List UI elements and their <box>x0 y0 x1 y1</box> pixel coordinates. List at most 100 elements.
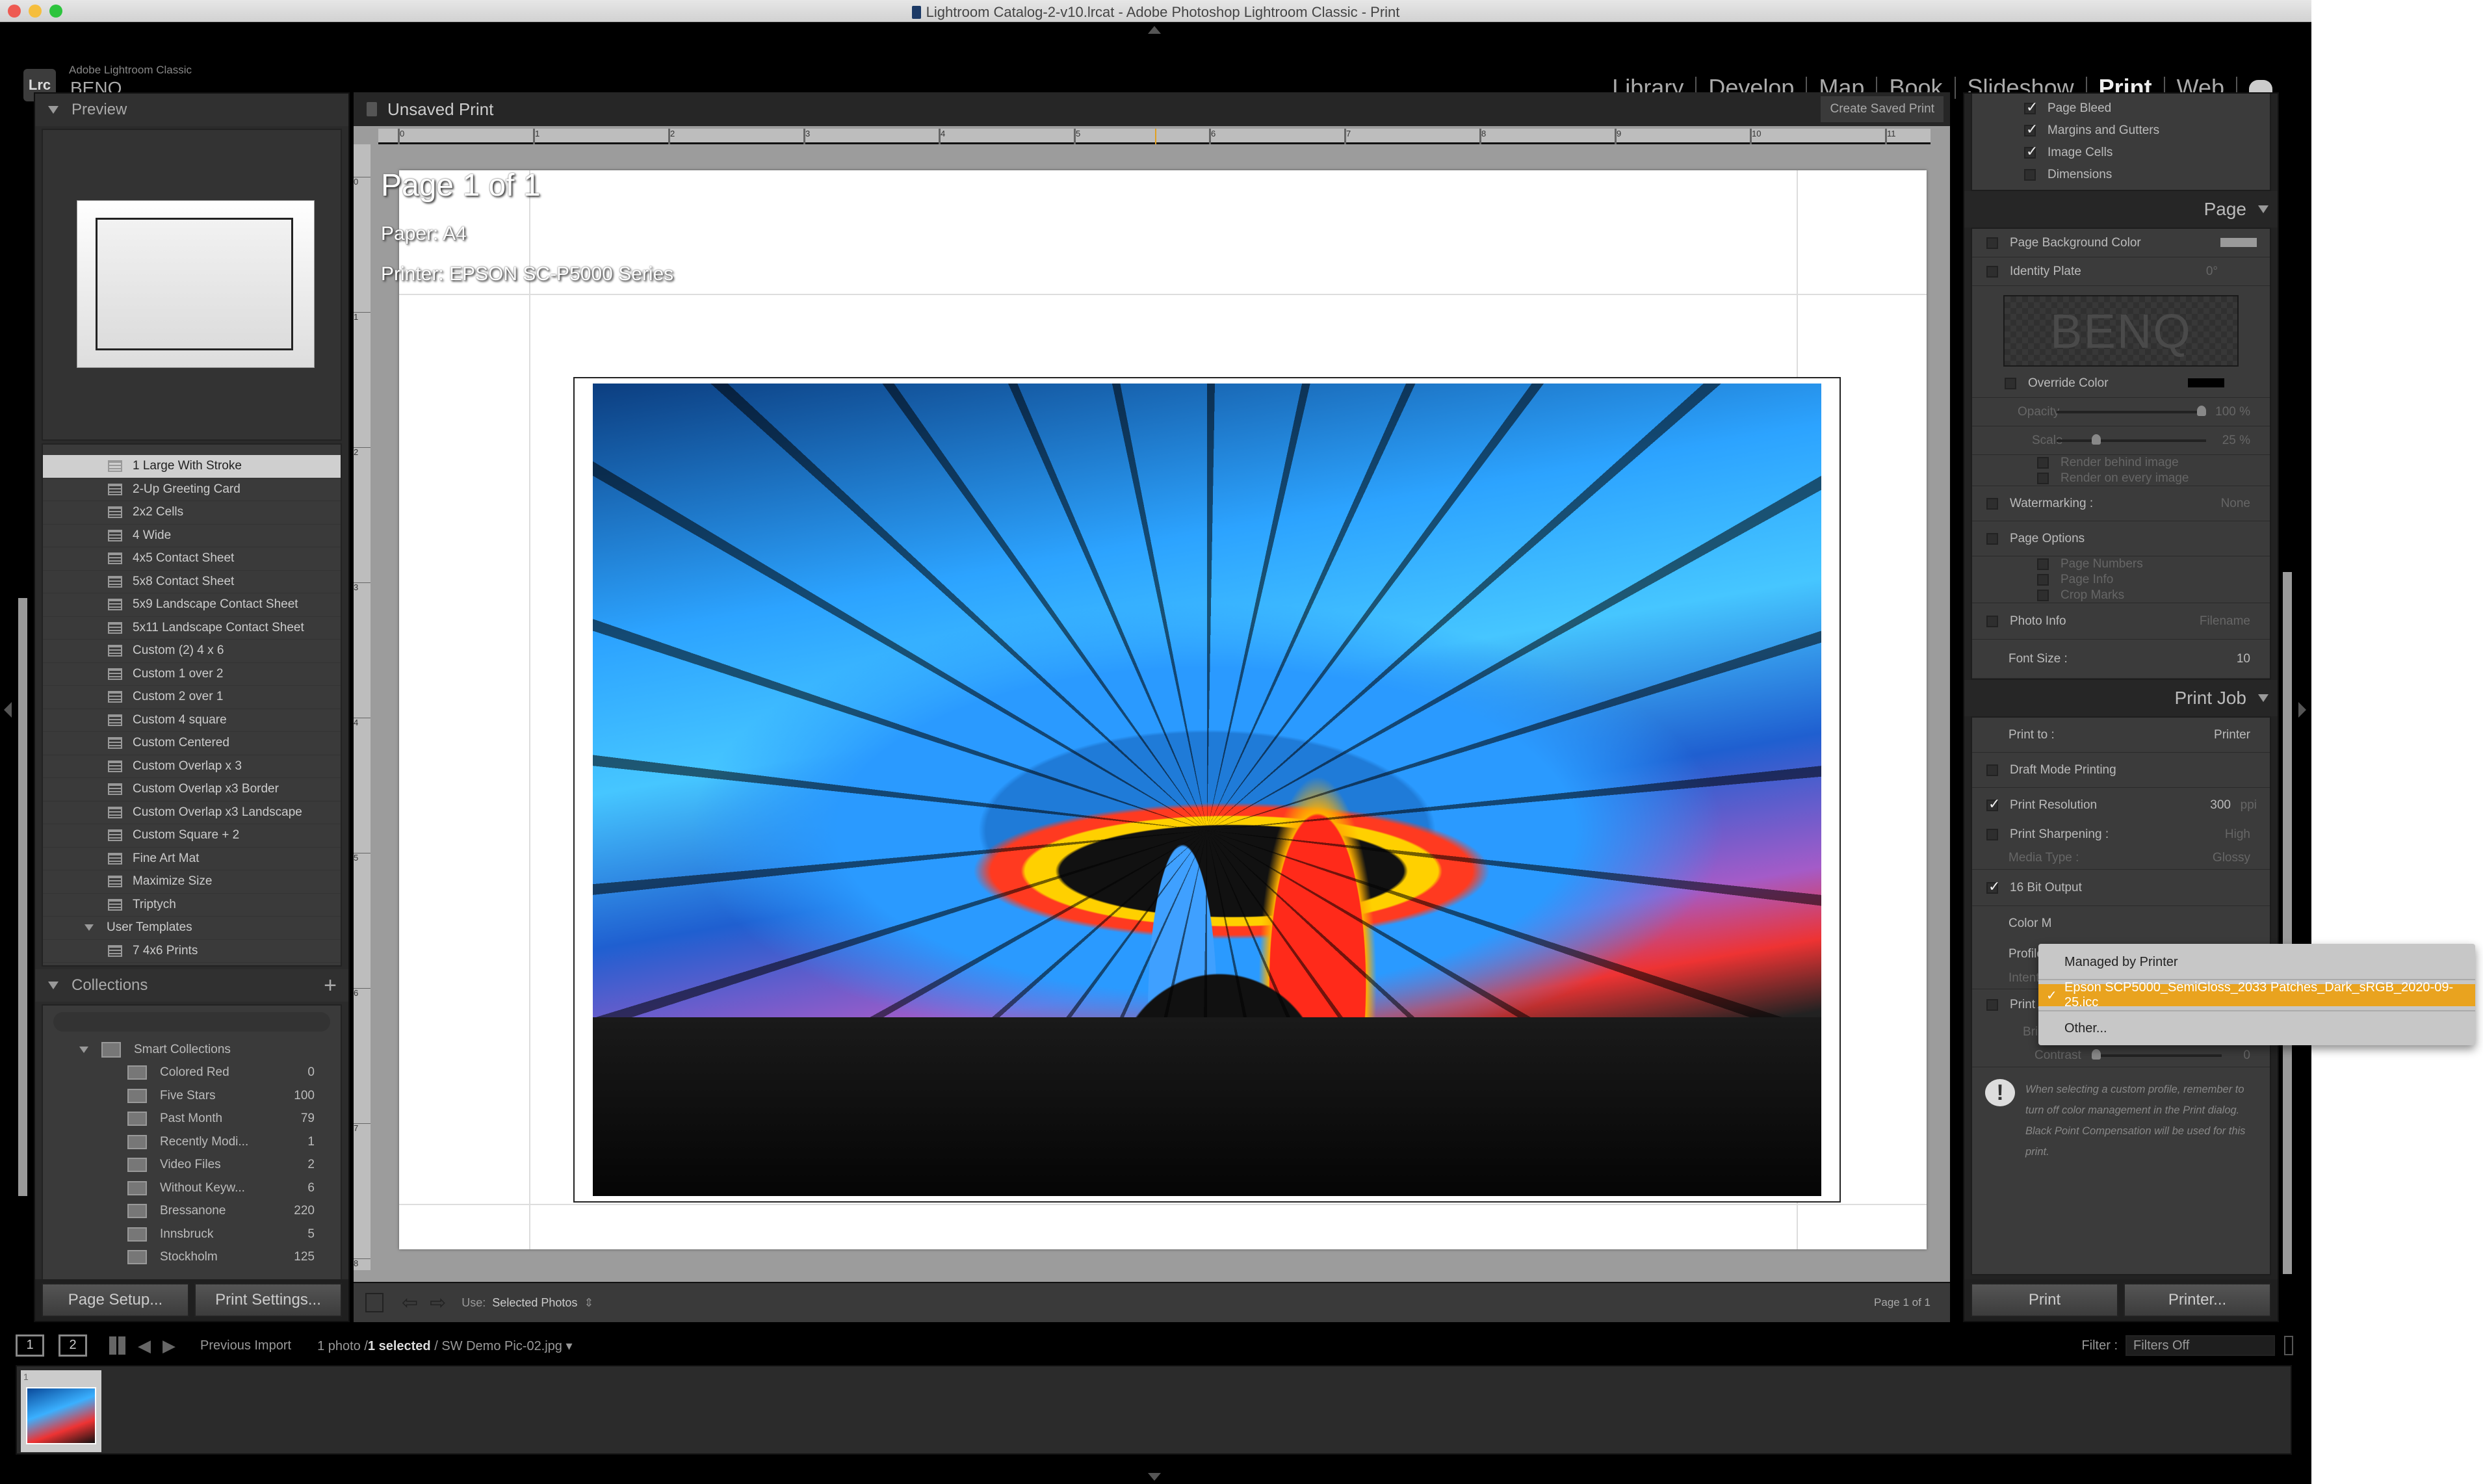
template-item[interactable]: 1 Large With Stroke <box>43 455 341 478</box>
checkbox[interactable] <box>1986 237 1998 249</box>
slider-knob[interactable] <box>2092 434 2101 445</box>
collection-item[interactable]: Video Files 2 <box>43 1154 341 1177</box>
next-page-icon[interactable]: ⇨ <box>430 1292 446 1314</box>
print-job-header[interactable]: Print Job <box>1964 680 2278 716</box>
checkbox[interactable] <box>2037 574 2049 586</box>
template-item[interactable]: Custom Square + 2 <box>43 824 341 848</box>
checkbox[interactable] <box>1986 265 1998 278</box>
rotation-value[interactable]: 0° <box>2206 265 2218 279</box>
left-panel-scrollbar[interactable] <box>18 598 27 1196</box>
color-swatch[interactable] <box>2188 378 2224 387</box>
checkbox[interactable] <box>2037 457 2049 469</box>
page-setup-button[interactable]: Page Setup... <box>42 1283 189 1317</box>
thumbnail-image[interactable] <box>26 1387 96 1444</box>
draft-mode-row[interactable]: Draft Mode Printing <box>1972 753 2270 788</box>
user-templates-folder[interactable]: User Templates <box>43 917 341 940</box>
template-item[interactable]: Triptych <box>43 894 341 917</box>
menu-item-epson-profile[interactable]: ✓ Epson SCP5000_SemiGloss_2033 Patches_Da… <box>2038 980 2475 1009</box>
collapse-right-arrow-icon[interactable] <box>2298 702 2306 718</box>
guide-option[interactable]: Dimensions <box>2024 164 2270 186</box>
printer-button[interactable]: Printer... <box>2124 1283 2271 1317</box>
scale-slider[interactable] <box>2057 434 2206 445</box>
template-item[interactable]: Custom (2) 4 x 6 <box>43 640 341 663</box>
page-options-row[interactable]: Page Options <box>1972 521 2270 556</box>
checkbox[interactable] <box>1986 829 1998 840</box>
collapse-top-arrow-icon[interactable] <box>1148 26 1161 34</box>
collection-item[interactable]: Innsbruck 5 <box>43 1223 341 1246</box>
template-item[interactable]: 5x8 Contact Sheet <box>43 571 341 593</box>
template-item[interactable]: Custom 2 over 1 <box>43 686 341 709</box>
template-item[interactable]: Custom 1 over 2 <box>43 663 341 686</box>
font-size-select[interactable]: 10 <box>2237 652 2250 666</box>
checkbox[interactable] <box>1986 878 2000 895</box>
right-panel-scrollbar[interactable] <box>2283 572 2292 1274</box>
page-view-toggle[interactable] <box>365 1293 384 1312</box>
print-to-row[interactable]: Print to : Printer <box>1972 718 2270 753</box>
photo[interactable] <box>593 384 1821 1196</box>
page-section-header[interactable]: Page <box>1964 191 2278 228</box>
template-item[interactable]: 7 4x6 Prints <box>43 940 341 963</box>
override-color-row[interactable]: Override Color <box>1972 369 2270 398</box>
preview-header[interactable]: Preview <box>35 94 348 126</box>
page-numbers-row[interactable]: Page Numbers <box>1972 556 2270 572</box>
checkbox[interactable] <box>2037 472 2049 484</box>
menu-item-other[interactable]: Other... <box>2038 1014 2475 1043</box>
template-item[interactable]: Custom Overlap x3 Landscape <box>43 801 341 824</box>
collection-item[interactable]: Without Keyw... 6 <box>43 1177 341 1200</box>
page-background-color-row[interactable]: Page Background Color <box>1972 229 2270 257</box>
photo-info-row[interactable]: Photo Info Filename <box>1972 603 2270 640</box>
contrast-slider[interactable] <box>2092 1049 2222 1060</box>
filter-lock-icon[interactable] <box>2284 1336 2293 1355</box>
photo-info-select[interactable]: Filename <box>2200 614 2250 629</box>
template-item[interactable]: 2x2 Cells <box>43 501 341 525</box>
checkbox[interactable] <box>1986 497 1998 510</box>
slider-knob[interactable] <box>2197 406 2206 416</box>
identity-plate-preview[interactable]: BENQ <box>2003 295 2239 367</box>
print-resolution-row[interactable]: Print Resolution 300 ppi <box>1972 788 2270 823</box>
watermark-select[interactable]: None <box>2221 497 2250 511</box>
checkbox[interactable] <box>1986 615 1998 627</box>
smart-collections-set[interactable]: Smart Collections <box>43 1038 341 1061</box>
forward-arrow-icon[interactable]: ▶ <box>162 1336 176 1356</box>
print-sharpening-row[interactable]: Print Sharpening : High <box>1972 823 2270 846</box>
checkbox[interactable] <box>2037 589 2049 601</box>
media-type-select[interactable]: Glossy <box>2213 851 2250 865</box>
collections-header[interactable]: Collections + <box>35 969 348 1002</box>
guide-option[interactable]: Page Bleed <box>2024 98 2270 120</box>
collection-item[interactable]: Recently Modi... 1 <box>43 1130 341 1154</box>
collection-item[interactable]: Five Stars 100 <box>43 1084 341 1108</box>
template-item[interactable]: 5x11 Landscape Contact Sheet <box>43 617 341 640</box>
collection-filter-input[interactable] <box>53 1012 330 1032</box>
collection-item[interactable]: Bressanone 220 <box>43 1200 341 1223</box>
opacity-slider[interactable] <box>2057 406 2206 416</box>
guide-option[interactable]: Image Cells <box>2024 142 2270 164</box>
template-item[interactable]: Custom 4 square <box>43 709 341 732</box>
checkbox[interactable] <box>1986 796 2000 813</box>
template-item[interactable]: Custom Overlap x3 Border <box>43 778 341 801</box>
selection-info[interactable]: 1 photo /1 selected / SW Demo Pic-02.jpg… <box>317 1338 572 1354</box>
template-item[interactable]: Custom Overlap x 3 <box>43 755 341 778</box>
collection-item[interactable]: Past Month 79 <box>43 1108 341 1131</box>
checkbox[interactable] <box>1986 764 1998 776</box>
slider-knob[interactable] <box>2092 1049 2101 1060</box>
identity-plate-row[interactable]: Identity Plate 0° <box>1972 257 2270 286</box>
resolution-value[interactable]: 300 <box>2210 798 2231 813</box>
checkbox[interactable] <box>2024 121 2038 138</box>
collection-item[interactable]: Colored Red 0 <box>43 1061 341 1085</box>
template-item[interactable]: 5x9 Landscape Contact Sheet <box>43 593 341 617</box>
color-swatch[interactable] <box>2220 238 2257 247</box>
checkbox[interactable] <box>2024 99 2038 116</box>
bit-output-row[interactable]: 16 Bit Output <box>1972 870 2270 906</box>
back-arrow-icon[interactable]: ◀ <box>138 1336 151 1356</box>
render-behind-row[interactable]: Render behind image <box>1972 455 2270 471</box>
menu-item-managed-by-printer[interactable]: Managed by Printer <box>2038 948 2475 976</box>
template-item[interactable]: Maximize Size <box>43 870 341 894</box>
filmstrip-thumbnail[interactable]: 1 <box>21 1370 101 1452</box>
filter-select[interactable]: Filters Off <box>2126 1335 2275 1356</box>
second-window-button[interactable]: 2 <box>58 1334 87 1357</box>
grid-view-icon[interactable] <box>109 1336 126 1355</box>
page-info-row[interactable]: Page Info <box>1972 572 2270 588</box>
add-collection-icon[interactable]: + <box>324 973 337 998</box>
checkbox[interactable] <box>1986 532 1998 545</box>
main-window-button[interactable]: 1 <box>16 1334 44 1357</box>
